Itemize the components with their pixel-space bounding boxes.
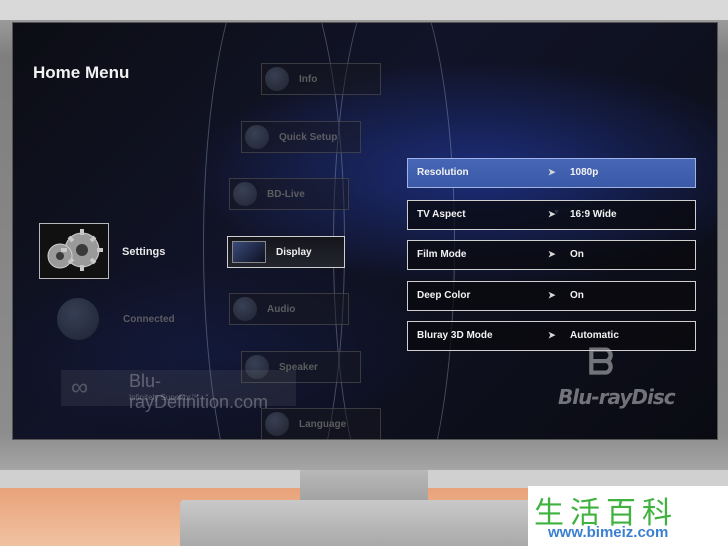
settings-menu-button[interactable]: [39, 223, 109, 279]
watermark: ∞ Blu-rayDefinition.com Infinitely Super…: [61, 370, 296, 412]
ghost-menu-label: Quick Setup: [279, 131, 338, 143]
page-title: Home Menu: [33, 63, 130, 82]
option-value: On: [570, 249, 584, 260]
site-logo: 生活百科 www.bimeiz.com: [528, 486, 728, 546]
arrow-right-icon: ➤: [548, 330, 556, 340]
option-value: 16:9 Wide: [570, 209, 617, 220]
wrench-icon: [245, 125, 269, 149]
ghost-menu-label: BD-Live: [267, 188, 305, 200]
ghost-menu-quick-setup: Quick Setup: [241, 121, 361, 153]
info-icon: [265, 67, 289, 91]
ghost-menu-label: Audio: [267, 303, 296, 315]
connected-icon: [57, 298, 99, 340]
option-value: Automatic: [570, 330, 619, 341]
monitor-stand-base: [180, 500, 548, 546]
settings-label: Settings: [122, 246, 166, 258]
option-label: Resolution: [417, 167, 469, 178]
ghost-menu-label: Info: [299, 73, 318, 85]
option-resolution[interactable]: Resolution ➤ 1080p: [407, 158, 696, 188]
ghost-menu-bd-live: BD-Live: [229, 178, 349, 210]
language-icon: [265, 412, 289, 436]
bluray-b-mark: ᗷ: [588, 341, 614, 382]
tv-screen: Home Menu Info Quick Setup BD-Live Audio…: [12, 22, 718, 440]
bluray-disc-logo: ᗷ Blu-rayDisc: [558, 341, 678, 421]
option-label: Deep Color: [417, 290, 471, 301]
option-label: Film Mode: [417, 249, 467, 260]
display-menu-button[interactable]: Display: [227, 236, 345, 268]
watermark-tagline: Infinitely Superior™: [129, 393, 199, 402]
option-tv-aspect[interactable]: TV Aspect ➤ 16:9 Wide: [407, 200, 696, 230]
arrow-right-icon: ➤: [548, 167, 556, 177]
watermark-title: Blu-rayDefinition.com: [129, 371, 269, 412]
ghost-menu-label: Language: [299, 418, 347, 430]
site-logo-url: www.bimeiz.com: [548, 524, 669, 541]
display-label: Display: [276, 246, 312, 258]
option-film-mode[interactable]: Film Mode ➤ On: [407, 240, 696, 270]
ghost-menu-audio: Audio: [229, 293, 349, 325]
arrow-right-icon: ➤: [548, 290, 556, 300]
option-value: 1080p: [570, 167, 599, 178]
option-value: On: [570, 290, 584, 301]
speaker-icon: [233, 297, 257, 321]
option-label: Bluray 3D Mode: [417, 330, 493, 341]
ghost-menu-connected: Connected: [53, 298, 200, 340]
infinity-icon: ∞: [71, 374, 89, 401]
gear-icon: [47, 229, 103, 271]
ghost-menu-info: Info: [261, 63, 381, 95]
bluray-disc-wordmark: Blu-rayDisc: [558, 385, 676, 409]
arrow-right-icon: ➤: [548, 249, 556, 259]
option-deep-color[interactable]: Deep Color ➤ On: [407, 281, 696, 311]
ghost-menu-label: Connected: [123, 313, 175, 325]
monitor-icon: [232, 241, 266, 263]
arrow-right-icon: ➤: [548, 209, 556, 219]
globe-icon: [233, 182, 257, 206]
option-label: TV Aspect: [417, 209, 466, 220]
